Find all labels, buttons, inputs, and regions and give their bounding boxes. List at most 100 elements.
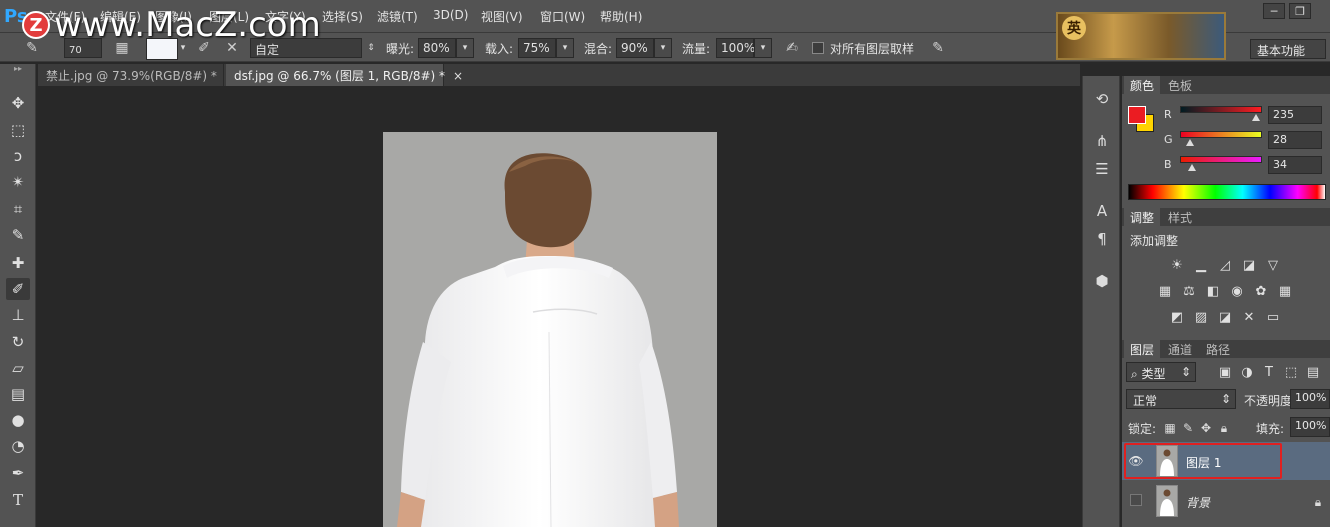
g-slider[interactable] (1180, 131, 1262, 138)
document-canvas[interactable] (383, 132, 717, 527)
posterize-icon[interactable]: ▨ (1192, 308, 1210, 326)
g-value-field[interactable]: 28 (1268, 131, 1322, 149)
layer-filter-select[interactable]: ⌕ 类型 ⇕ (1126, 362, 1196, 382)
pen-tool-icon[interactable]: ✒ (6, 462, 30, 484)
workspace-select[interactable]: 基本功能 (1250, 39, 1326, 59)
r-slider-thumb[interactable] (1252, 114, 1260, 121)
filter-adjust-icon[interactable]: ◑ (1238, 363, 1256, 381)
color-balance-icon[interactable]: ⚖ (1180, 282, 1198, 300)
flow-dropdown[interactable]: ▾ (754, 38, 772, 58)
opacity-field[interactable]: 100% (1290, 389, 1330, 409)
tab-color[interactable]: 颜色 (1124, 76, 1161, 94)
dodge-tool-icon[interactable]: ◔ (6, 435, 30, 457)
brush-presets-icon[interactable]: ⋔ (1091, 130, 1113, 152)
eyedropper-tool-icon[interactable]: ✎ (6, 224, 30, 246)
brightness-icon[interactable]: ☀ (1168, 256, 1186, 274)
tab-channels[interactable]: 通道 (1162, 340, 1198, 358)
character-icon[interactable]: A (1091, 200, 1113, 222)
hue-saturation-icon[interactable]: ▦ (1156, 282, 1174, 300)
eye-icon[interactable]: 👁︎ (1128, 454, 1144, 468)
menu-window[interactable]: 窗口(W) (540, 8, 585, 25)
tab-layers[interactable]: 图层 (1124, 340, 1161, 358)
mix-dropdown[interactable]: ▾ (654, 38, 672, 58)
paragraph-icon[interactable]: ¶ (1091, 228, 1113, 250)
exposure-dropdown[interactable]: ▾ (456, 38, 474, 58)
toolbar-collapse-icon[interactable]: ▸▸ (0, 64, 36, 76)
lock-position-icon[interactable]: ✥ (1198, 420, 1214, 436)
tab-swatches[interactable]: 色板 (1162, 76, 1198, 94)
menu-select[interactable]: 选择(S) (322, 8, 363, 25)
load-dropdown[interactable]: ▾ (556, 38, 574, 58)
brush-settings-icon[interactable]: ☰ (1091, 158, 1113, 180)
layer-name[interactable]: 背景 (1186, 494, 1210, 511)
filter-pixel-icon[interactable]: ▣ (1216, 363, 1234, 381)
move-tool-icon[interactable]: ✥ (6, 92, 30, 114)
marquee-tool-icon[interactable]: ⬚ (6, 119, 30, 141)
tab-document-1[interactable]: 禁止.jpg @ 73.9%(RGB/8#) *× (38, 64, 235, 86)
eraser-tool-icon[interactable]: ▱ (6, 357, 30, 379)
lasso-tool-icon[interactable]: ↄ (6, 145, 30, 167)
minimize-button[interactable]: ─ (1263, 3, 1285, 19)
selective-color-icon[interactable]: ✕ (1240, 308, 1258, 326)
tab-adjustments[interactable]: 调整 (1124, 208, 1161, 226)
b-value-field[interactable]: 34 (1268, 156, 1322, 174)
sample-all-checkbox[interactable] (812, 42, 824, 54)
threshold-icon[interactable]: ◪ (1216, 308, 1234, 326)
lock-pixels-icon[interactable]: ✎ (1180, 420, 1196, 436)
pressure-size-icon[interactable]: ✎ (928, 39, 948, 57)
color-spectrum-bar[interactable] (1128, 184, 1326, 200)
g-slider-thumb[interactable] (1186, 139, 1194, 146)
menu-help[interactable]: 帮助(H) (600, 8, 642, 25)
tab-document-2[interactable]: dsf.jpg @ 66.7% (图层 1, RGB/8#) * × (226, 64, 463, 86)
tab-styles[interactable]: 样式 (1162, 208, 1198, 226)
menu-filter[interactable]: 滤镜(T) (377, 8, 418, 25)
lock-all-icon[interactable]: 🔒︎ (1216, 420, 1232, 436)
mixer-mode-dropdown[interactable]: ⇕ (362, 38, 380, 58)
mixer-brush-tool-icon[interactable]: ✐ (6, 278, 30, 300)
r-slider[interactable] (1180, 106, 1262, 113)
crop-tool-icon[interactable]: ⌗ (6, 198, 30, 220)
color-lookup-icon[interactable]: ▦ (1276, 282, 1294, 300)
tab-paths[interactable]: 路径 (1200, 340, 1236, 358)
fill-field[interactable]: 100% (1290, 417, 1330, 437)
menu-view[interactable]: 视图(V) (481, 8, 523, 25)
layer-name[interactable]: 图层 1 (1186, 454, 1221, 471)
vibrance-icon[interactable]: ▽ (1264, 256, 1282, 274)
gradient-map-icon[interactable]: ▭ (1264, 308, 1282, 326)
filter-shape-icon[interactable]: ⬚ (1282, 363, 1300, 381)
filter-type-icon[interactable]: T (1260, 363, 1278, 381)
photo-filter-icon[interactable]: ◉ (1228, 282, 1246, 300)
channel-mixer-icon[interactable]: ✿ (1252, 282, 1270, 300)
curves-icon[interactable]: ◿ (1216, 256, 1234, 274)
3d-icon[interactable]: ⬢ (1091, 270, 1113, 292)
exposure-field[interactable]: 80% (418, 38, 456, 58)
filter-smart-icon[interactable]: ▤ (1304, 363, 1322, 381)
invert-icon[interactable]: ◩ (1168, 308, 1186, 326)
visibility-toggle[interactable] (1130, 494, 1142, 506)
r-value-field[interactable]: 235 (1268, 106, 1322, 124)
magic-wand-tool-icon[interactable]: ✴ (6, 171, 30, 193)
layer-row-background[interactable]: 背景 🔒︎ (1122, 482, 1330, 520)
restore-button[interactable]: ❐ (1289, 3, 1311, 19)
gradient-tool-icon[interactable]: ▤ (6, 383, 30, 405)
flow-field[interactable]: 100% (716, 38, 755, 58)
mix-field[interactable]: 90% (616, 38, 654, 58)
load-field[interactable]: 75% (518, 38, 556, 58)
menu-3d[interactable]: 3D(D) (433, 8, 468, 22)
close-icon[interactable]: × (453, 69, 463, 83)
history-icon[interactable]: ⟲ (1091, 88, 1113, 110)
exposure-icon[interactable]: ◪ (1240, 256, 1258, 274)
layer-row-1[interactable]: 👁︎ 图层 1 (1122, 442, 1330, 480)
blur-tool-icon[interactable]: ● (6, 409, 30, 431)
black-white-icon[interactable]: ◧ (1204, 282, 1222, 300)
b-slider-thumb[interactable] (1188, 164, 1196, 171)
lock-transparent-icon[interactable]: ▦ (1162, 420, 1178, 436)
foreground-color-swatch[interactable] (1128, 106, 1146, 124)
b-slider[interactable] (1180, 156, 1262, 163)
clone-stamp-tool-icon[interactable]: ⊥ (6, 304, 30, 326)
type-tool-icon[interactable]: T (6, 489, 30, 511)
blend-mode-select[interactable]: 正常 ⇕ (1126, 389, 1236, 409)
levels-icon[interactable]: ▁ (1192, 256, 1210, 274)
airbrush-icon[interactable]: ✍ (782, 39, 802, 57)
history-brush-tool-icon[interactable]: ↻ (6, 331, 30, 353)
